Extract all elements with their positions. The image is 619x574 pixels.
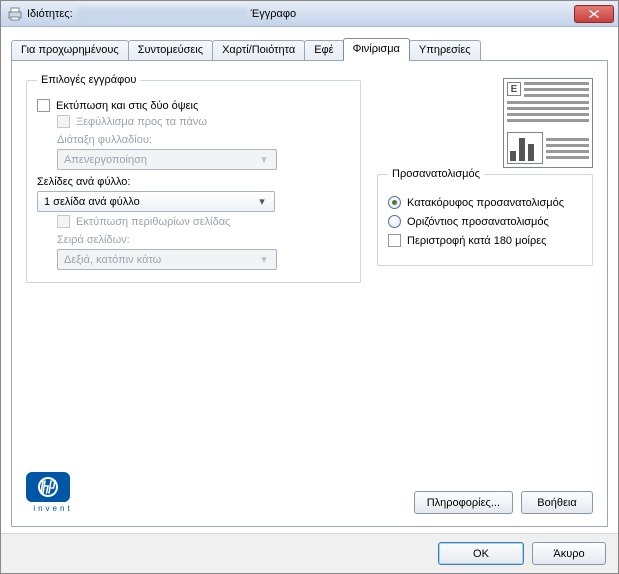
tab-advanced[interactable]: Για προχωρημένους <box>11 40 129 60</box>
rotate-180-label: Περιστροφή κατά 180 μοίρες <box>407 235 546 247</box>
portrait-label: Κατακόρυφος προσανατολισμός <box>407 197 564 209</box>
close-icon <box>589 10 599 18</box>
tab-strip: Για προχωρημένους Συντομεύσεις Χαρτί/Ποι… <box>11 37 608 60</box>
tab-finishing[interactable]: Φινίρισμα <box>343 38 410 60</box>
title-device-name <box>77 8 247 20</box>
flip-up-checkbox <box>57 115 70 128</box>
close-button[interactable] <box>574 5 614 23</box>
page-order-value: Δεξιά, κατόπιν κάτω <box>64 254 161 266</box>
pages-per-sheet-label: Σελίδες ανά φύλλο: <box>37 176 350 188</box>
landscape-radio[interactable] <box>388 215 401 228</box>
info-button[interactable]: Πληροφορίες... <box>414 491 513 514</box>
tab-shortcuts[interactable]: Συντομεύσεις <box>128 40 213 60</box>
page-order-label: Σειρά σελίδων: <box>57 234 350 246</box>
pages-per-sheet-combo[interactable]: 1 σελίδα ανά φύλλο ▾ <box>37 191 275 212</box>
landscape-label: Οριζόντιος προσανατολισμός <box>407 216 549 228</box>
booklet-layout-label: Διάταξη φυλλαδίου: <box>57 134 350 146</box>
tab-services[interactable]: Υπηρεσίες <box>409 40 481 60</box>
hp-logo-text: invent <box>26 504 80 513</box>
hp-logo: invent <box>26 472 80 516</box>
print-both-sides-checkbox[interactable] <box>37 99 50 112</box>
dialog-button-row: OK Άκυρο <box>1 533 618 573</box>
printer-properties-dialog: Ιδιότητες: Έγγραφο Για προχωρημένους Συν… <box>0 0 619 574</box>
preview-corner: E <box>507 82 521 96</box>
chevron-down-icon: ▾ <box>256 253 272 266</box>
help-button[interactable]: Βοήθεια <box>521 491 593 514</box>
page-order-combo: Δεξιά, κατόπιν κάτω ▾ <box>57 249 277 270</box>
tab-effects[interactable]: Εφέ <box>304 40 343 60</box>
orientation-group: Προσανατολισμός Κατακόρυφος προσανατολισ… <box>377 168 593 266</box>
chevron-down-icon: ▾ <box>254 195 270 208</box>
tab-paper-quality[interactable]: Χαρτί/Ποιότητα <box>212 40 305 60</box>
portrait-radio[interactable] <box>388 196 401 209</box>
booklet-layout-combo: Απενεργοποίηση ▾ <box>57 149 277 170</box>
print-both-sides-label: Εκτύπωση και στις δύο όψεις <box>56 100 198 112</box>
rotate-180-checkbox[interactable] <box>388 234 401 247</box>
pages-per-sheet-value: 1 σελίδα ανά φύλλο <box>44 196 140 208</box>
orientation-legend: Προσανατολισμός <box>388 168 484 180</box>
title-prefix: Ιδιότητες: <box>27 8 73 20</box>
cancel-button[interactable]: Άκυρο <box>532 542 606 565</box>
print-borders-checkbox <box>57 215 70 228</box>
tab-panel-finishing: Επιλογές εγγράφου Εκτύπωση και στις δύο … <box>11 60 608 527</box>
title-suffix: Έγγραφο <box>251 8 297 20</box>
print-borders-label: Εκτύπωση περιθωρίων σελίδας <box>76 216 230 228</box>
booklet-layout-value: Απενεργοποίηση <box>64 154 147 166</box>
chevron-down-icon: ▾ <box>256 153 272 166</box>
chart-icon <box>507 132 543 164</box>
page-preview: E <box>503 78 593 168</box>
flip-up-label: Ξεφύλλισμα προς τα πάνω <box>76 116 207 128</box>
ok-button[interactable]: OK <box>438 542 524 565</box>
document-options-group: Επιλογές εγγράφου Εκτύπωση και στις δύο … <box>26 74 361 283</box>
titlebar: Ιδιότητες: Έγγραφο <box>1 1 618 27</box>
printer-icon <box>7 7 23 21</box>
document-options-legend: Επιλογές εγγράφου <box>37 74 140 86</box>
